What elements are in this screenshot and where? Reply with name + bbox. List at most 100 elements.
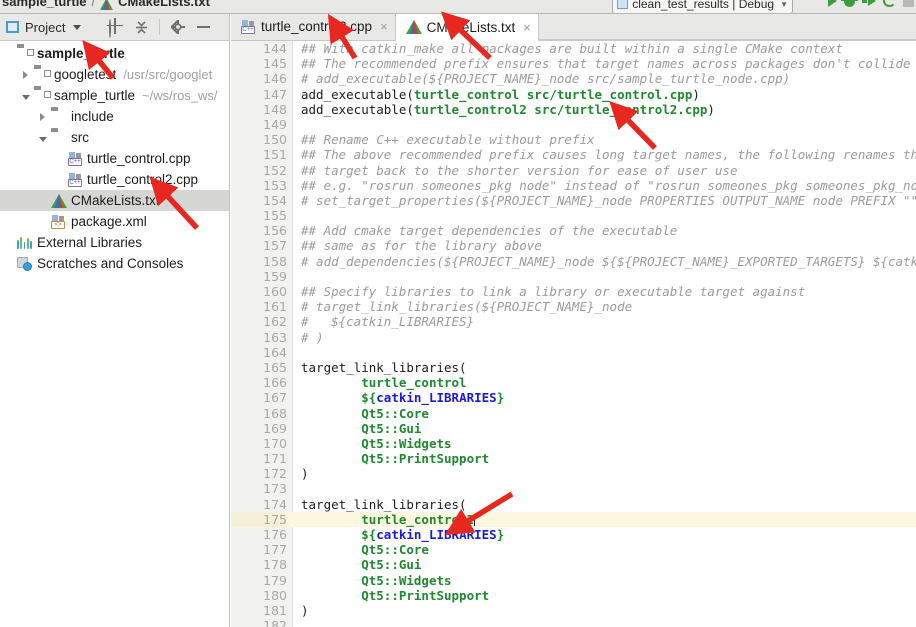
line-number: 178 <box>263 557 287 573</box>
tree-item-turtle-control-cpp[interactable]: C++ turtle_control.cpp <box>0 148 229 169</box>
run-with-coverage-icon[interactable] <box>862 0 876 7</box>
tree-item-cmakelists-txt[interactable]: CMakeLists.txt <box>0 190 229 211</box>
locate-icon[interactable] <box>109 18 124 38</box>
code-line[interactable]: 164 <box>231 345 916 360</box>
editor-tab-cmakelists-txt[interactable]: CMakeLists.txt × <box>395 14 539 41</box>
code-line-text: # add_executable(${PROJECT_NAME}_node sr… <box>301 71 790 86</box>
settings-gear-icon[interactable] <box>170 18 186 35</box>
code-line[interactable]: 167 ${catkin_LIBRARIES} <box>231 390 916 405</box>
code-token: ) <box>301 602 309 618</box>
tree-item-scratches-and-consoles[interactable]: Scratches and Consoles <box>0 253 229 274</box>
chevron-right-icon[interactable] <box>19 67 32 82</box>
code-line[interactable]: 181) <box>231 603 916 618</box>
run-icon[interactable] <box>828 0 837 7</box>
line-number: 168 <box>263 405 287 421</box>
code-line[interactable]: 157 ## same as for the library above <box>231 238 916 253</box>
code-line[interactable]: 155 <box>231 208 916 223</box>
code-line[interactable]: 175 turtle_control2 <box>231 511 916 528</box>
code-line[interactable]: 168 Qt5::Core <box>231 406 916 421</box>
code-line[interactable]: 163 # ) <box>231 330 916 345</box>
tree-item-package-xml[interactable]: <> package.xml <box>0 211 229 232</box>
code-line[interactable]: 178 Qt5::Gui <box>231 557 916 572</box>
code-line[interactable]: 145 ## The recommended prefix ensures tha… <box>231 56 916 71</box>
line-number: 152 <box>263 162 287 178</box>
code-line[interactable]: 170 Qt5::Widgets <box>231 436 916 451</box>
stop-icon[interactable] <box>903 0 914 7</box>
line-number: 171 <box>263 451 287 467</box>
breadcrumb-file[interactable]: CMakeLists.txt <box>118 0 210 9</box>
code-line[interactable]: 156 ## Add cmake target dependencies of t… <box>231 223 916 238</box>
code-line[interactable]: 160 ## Specify libraries to link a librar… <box>231 284 916 299</box>
close-icon[interactable]: × <box>523 20 531 35</box>
tree-item-external-libraries[interactable]: External Libraries <box>0 232 229 253</box>
line-number: 158 <box>263 253 287 269</box>
line-number: 154 <box>263 192 287 208</box>
code-line[interactable]: 148 add_executable(turtle_control2 src/tu… <box>231 102 916 117</box>
line-number: 156 <box>263 223 287 239</box>
line-number: 160 <box>263 284 287 299</box>
code-line-text: ${catkin_LIBRARIES} <box>301 390 504 405</box>
code-line[interactable]: 144 ## With catkin_make all packages are … <box>231 41 916 56</box>
folder-icon <box>51 131 67 145</box>
tree-item-sample-turtle[interactable]: sample_turtle <box>0 43 229 64</box>
code-line[interactable]: 162 # ${catkin_LIBRARIES} <box>231 314 916 329</box>
code-line[interactable]: 182 <box>231 618 916 627</box>
chevron-down-icon[interactable] <box>73 24 82 30</box>
code-line[interactable]: 146 # add_executable(${PROJECT_NAME}_node… <box>231 71 916 86</box>
rerun-icon[interactable] <box>883 0 896 7</box>
code-line-text: # set_target_properties(${PROJECT_NAME}_… <box>301 193 916 208</box>
hide-icon[interactable] <box>197 26 211 28</box>
code-line[interactable]: 169 Qt5::Gui <box>231 421 916 436</box>
code-line[interactable]: 165 target_link_libraries( <box>231 360 916 375</box>
run-configuration-selector[interactable]: clean_test_results | Debug ▼ <box>612 0 793 13</box>
line-number: 157 <box>263 238 287 254</box>
code-line[interactable]: 166 turtle_control <box>231 375 916 390</box>
code-line[interactable]: 158 # add_dependencies(${PROJECT_NAME}_no… <box>231 254 916 269</box>
line-number: 148 <box>263 101 287 117</box>
chevron-down-icon[interactable] <box>19 88 32 103</box>
tree-item-googletest[interactable]: googletest/usr/src/googlet <box>0 64 229 85</box>
code-line[interactable]: 176 ${catkin_LIBRARIES} <box>231 527 916 542</box>
code-line[interactable]: 172) <box>231 466 916 481</box>
code-line[interactable]: 177 Qt5::Core <box>231 542 916 557</box>
code-content[interactable]: 144 ## With catkin_make all packages are … <box>231 41 916 627</box>
tree-item-src[interactable]: src <box>0 127 229 148</box>
editor-tab-turtle-control2-cpp[interactable]: C++ turtle_control2.cpp × <box>231 13 396 40</box>
code-token: Qt5::Gui <box>361 420 422 436</box>
code-line[interactable]: 147 add_executable(turtle_control src/tur… <box>231 87 916 102</box>
code-viewport[interactable]: 144 ## With catkin_make all packages are … <box>231 41 916 627</box>
chevron-right-icon[interactable] <box>36 109 49 124</box>
code-line[interactable]: 173 <box>231 481 916 496</box>
code-token: ## same as for the library above <box>301 238 542 254</box>
tree-item-include[interactable]: include <box>0 106 229 127</box>
code-line[interactable]: 152 ## target back to the shorter version… <box>231 163 916 178</box>
code-line[interactable]: 153 ## e.g. "rosrun someones_pkg node" in… <box>231 178 916 193</box>
code-line[interactable]: 171 Qt5::PrintSupport <box>231 451 916 466</box>
line-number: 180 <box>263 587 287 603</box>
chevron-down-icon[interactable] <box>36 130 49 145</box>
code-line[interactable]: 150 ## Rename C++ executable without pref… <box>231 132 916 147</box>
code-token: turtle_control src/turtle_control.cpp <box>413 86 693 102</box>
code-line[interactable]: 149 <box>231 117 916 132</box>
code-line[interactable]: 154 # set_target_properties(${PROJECT_NAM… <box>231 193 916 208</box>
breadcrumb-project[interactable]: sample_turtle <box>2 0 87 9</box>
code-line[interactable]: 180 Qt5::PrintSupport <box>231 588 916 603</box>
close-icon[interactable]: × <box>380 19 388 34</box>
tree-item-sample-turtle[interactable]: sample_turtle ~/ws/ros_ws/ <box>0 85 229 106</box>
collapse-all-icon[interactable] <box>135 20 148 34</box>
code-line-text: Qt5::Core <box>301 406 429 421</box>
line-number: 151 <box>263 147 287 163</box>
code-line[interactable]: 179 Qt5::Widgets <box>231 573 916 588</box>
debug-icon[interactable] <box>841 0 858 7</box>
line-number: 149 <box>263 116 287 132</box>
line-number: 161 <box>263 299 287 315</box>
project-panel-title[interactable]: Project <box>25 20 65 35</box>
code-line[interactable]: 161 # target_link_libraries(${PROJECT_NAM… <box>231 299 916 314</box>
code-line[interactable]: 174 target_link_libraries( <box>231 497 916 512</box>
code-line[interactable]: 151 ## The above recommended prefix cause… <box>231 147 916 162</box>
code-line[interactable]: 159 <box>231 269 916 284</box>
tree-item-turtle-control2-cpp[interactable]: C++ turtle_control2.cpp <box>0 169 229 190</box>
